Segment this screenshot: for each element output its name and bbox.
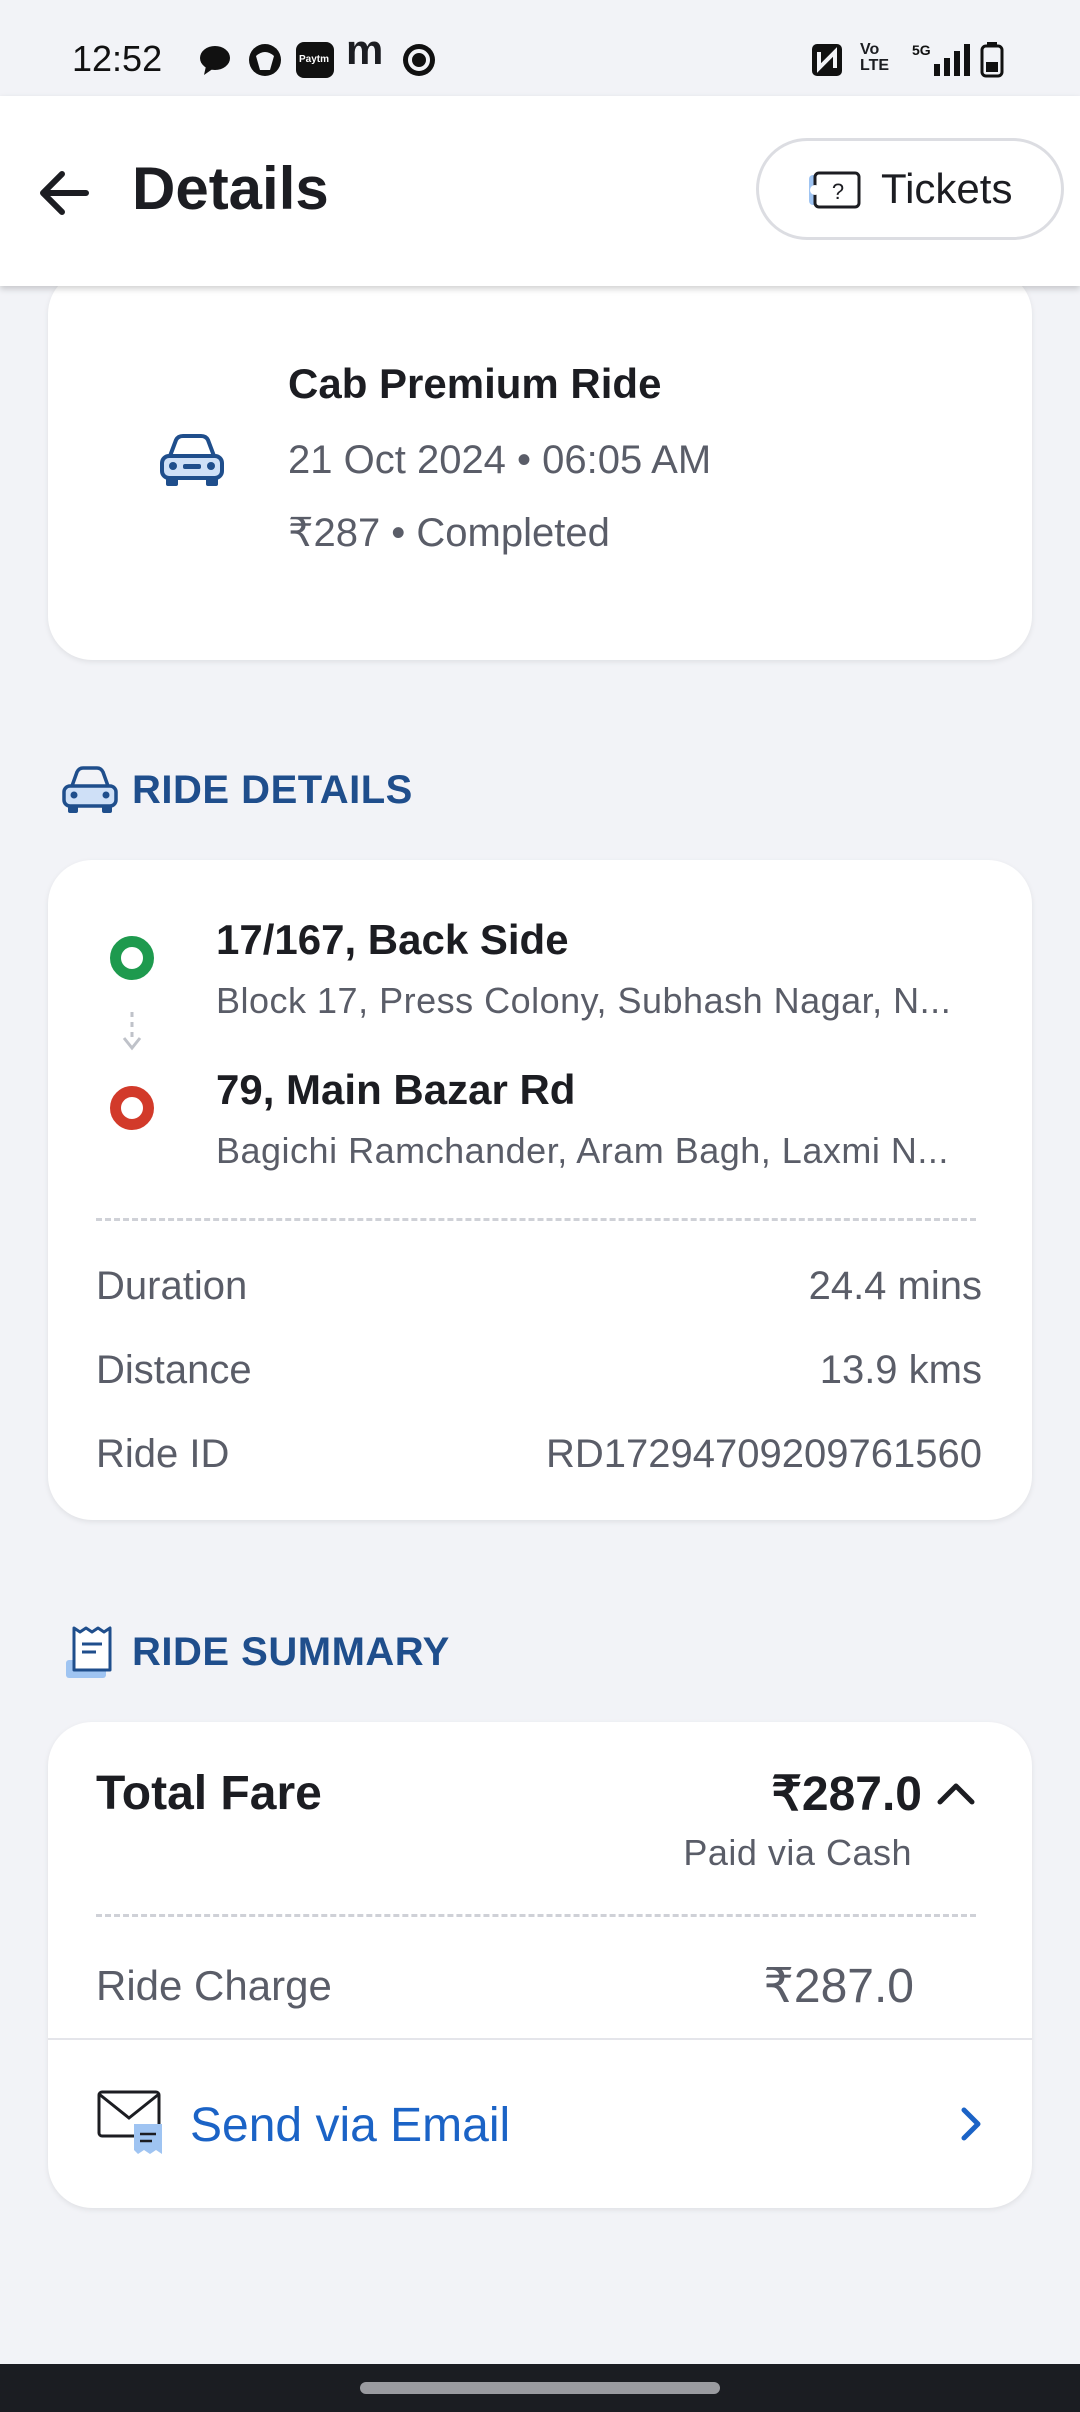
email-icon: [97, 2090, 162, 2154]
volte-icon: Vo LTE: [860, 41, 890, 74]
chevron-up-icon[interactable]: [936, 1778, 976, 1808]
car-icon: [62, 766, 118, 813]
home-gesture-handle[interactable]: [360, 2382, 720, 2394]
send-via-email-label: Send via Email: [190, 2099, 511, 2152]
drop-address: Bagichi Ramchander, Aram Bagh, Laxmi N..…: [216, 1130, 949, 1171]
duration-value: 24.4 mins: [808, 1264, 982, 1308]
status-time: 12:52: [72, 38, 163, 79]
car-icon: [160, 434, 224, 486]
system-nav-bar: [0, 2364, 1080, 2412]
route-connector-icon: [122, 1012, 142, 1051]
pickup-address: Block 17, Press Colony, Subhash Nagar, N…: [216, 980, 952, 1021]
app-icon: [249, 44, 281, 76]
back-arrow-icon[interactable]: [30, 158, 100, 228]
duration-label: Duration: [96, 1264, 248, 1308]
pickup-marker-icon: [110, 936, 154, 980]
ride-id-value: RD17294709209761560: [546, 1432, 982, 1476]
ride-charge-label: Ride Charge: [96, 1962, 332, 2009]
drop-marker-icon: [110, 1086, 154, 1130]
ticket-icon: ?: [809, 171, 861, 209]
paytm-icon-text: Paytm: [299, 54, 330, 65]
svg-text:?: ?: [832, 179, 844, 204]
fare-summary-card: Total Fare ₹287.0 Paid via Cash Ride Cha…: [48, 1722, 1032, 2208]
ride-price-status: ₹287 • Completed: [288, 511, 610, 555]
total-fare-label: Total Fare: [96, 1767, 322, 1820]
divider: [96, 1218, 976, 1221]
receipt-icon: [66, 1626, 112, 1678]
ride-summary-card[interactable]: Cab Premium Ride 21 Oct 2024 • 06:05 AM …: [48, 270, 1032, 660]
ride-datetime: 21 Oct 2024 • 06:05 AM: [288, 438, 712, 482]
total-fare-value: ₹287.0: [771, 1768, 922, 1821]
distance-value: 13.9 kms: [819, 1348, 982, 1392]
top-app-bar: Details ? Tickets: [0, 96, 1080, 286]
signal-5g-icon: 5G: [912, 42, 972, 78]
ride-id-label: Ride ID: [96, 1432, 230, 1476]
pickup-title: 17/167, Back Side: [216, 916, 569, 963]
page-title: Details: [132, 155, 329, 222]
divider: [96, 1914, 976, 1917]
status-bar: 12:52 Paytm m Vo LTE 5G: [0, 0, 1080, 96]
ride-summary-heading: RIDE SUMMARY: [132, 1630, 450, 1674]
chat-bubble-icon: [200, 46, 230, 75]
distance-label: Distance: [96, 1348, 252, 1392]
nfc-icon: [812, 44, 842, 76]
send-via-email-row[interactable]: Send via Email: [48, 2040, 1032, 2208]
ride-details-card: 17/167, Back Side Block 17, Press Colony…: [48, 860, 1032, 1520]
ride-title: Cab Premium Ride: [288, 360, 662, 407]
tickets-label: Tickets: [881, 165, 1013, 212]
payment-method: Paid via Cash: [683, 1832, 912, 1873]
drop-title: 79, Main Bazar Rd: [216, 1066, 576, 1113]
tickets-button[interactable]: ? Tickets: [756, 138, 1064, 240]
battery-icon: [980, 42, 1004, 78]
ride-details-heading: RIDE DETAILS: [132, 768, 413, 812]
chevron-right-icon: [961, 2107, 981, 2141]
m-icon: m: [346, 26, 384, 73]
circle-app-icon: [403, 44, 435, 76]
paytm-icon: Paytm: [296, 42, 334, 78]
ride-charge-value: ₹287.0: [763, 1960, 914, 2013]
